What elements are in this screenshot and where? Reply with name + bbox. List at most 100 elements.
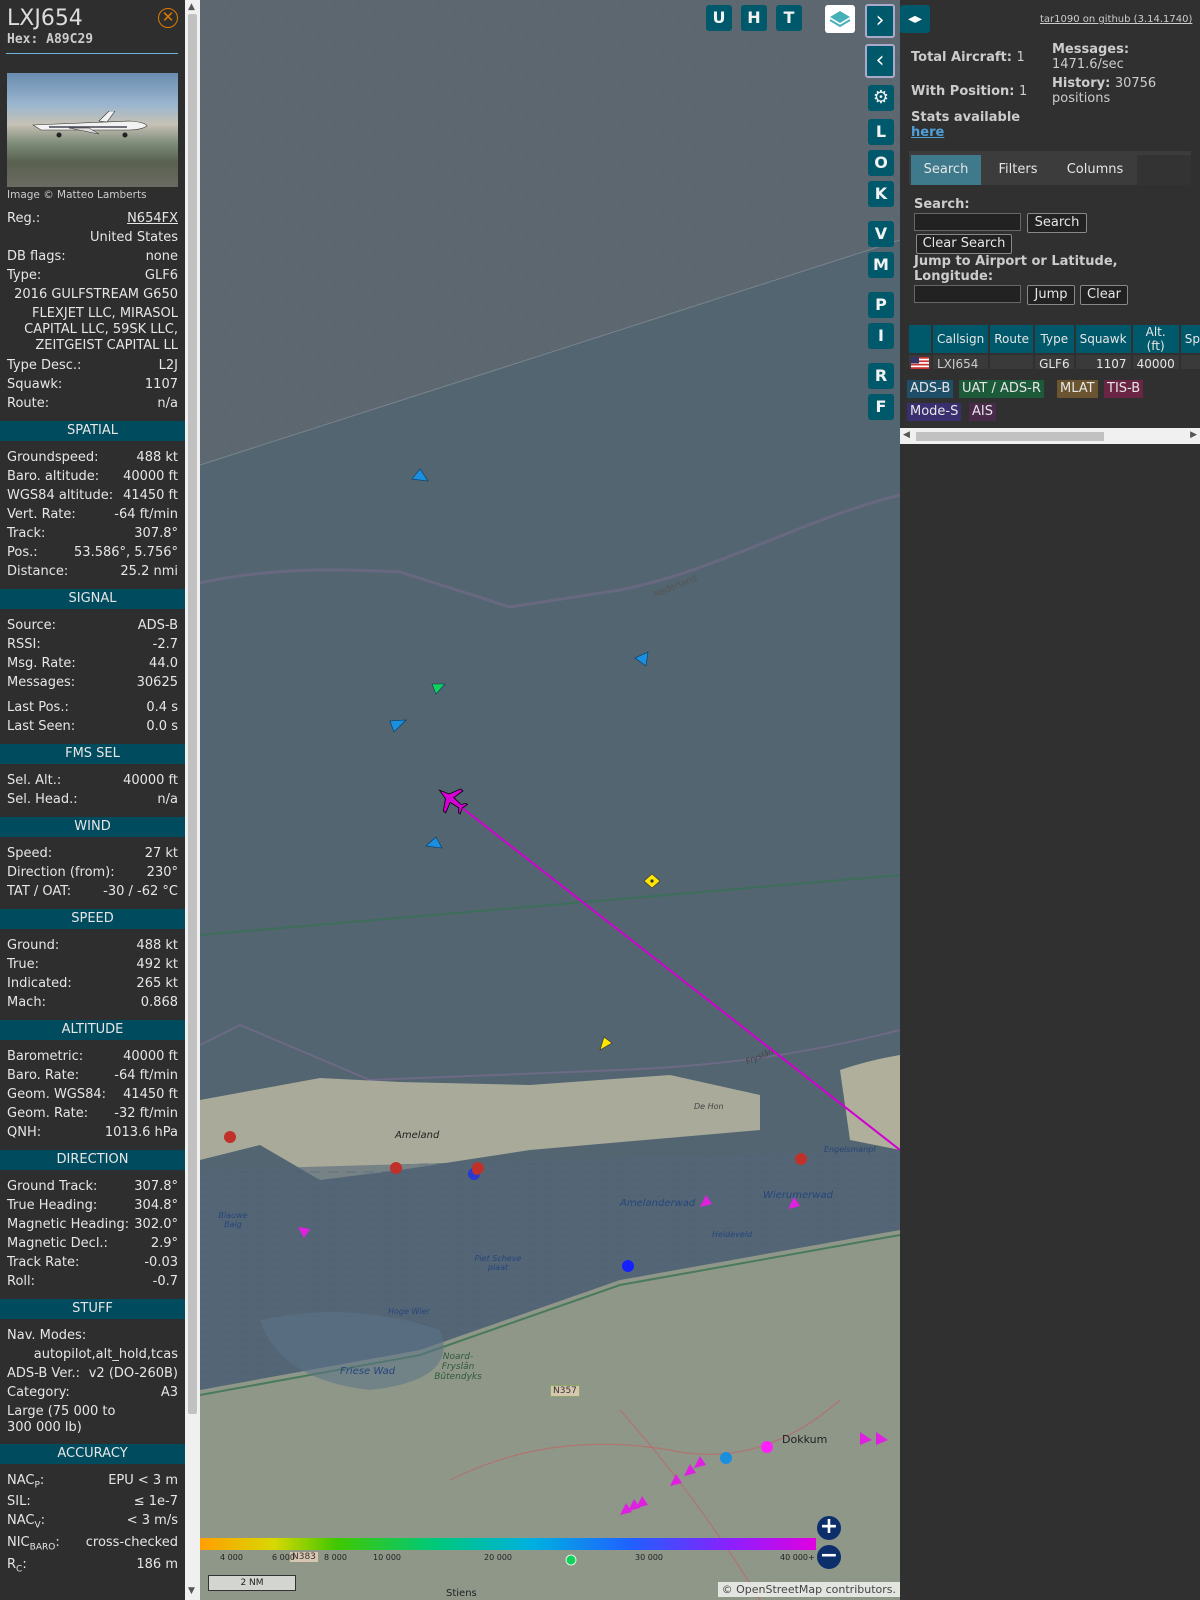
map-button-v[interactable]: V xyxy=(868,221,894,247)
label: Barometric: xyxy=(7,1049,84,1064)
sidebar-scrollbar[interactable]: ▲ ▼ xyxy=(185,0,200,1600)
owner-line1: FLEXJET LLC, MIRASOL xyxy=(32,306,178,321)
info-row: Baro. altitude: 40000 ft xyxy=(7,469,178,485)
border-line xyxy=(200,493,900,609)
info-row: Sel. Alt.: 40000 ft xyxy=(7,773,178,789)
expand-sidebar-button[interactable]: › xyxy=(865,4,895,38)
title-divider xyxy=(6,53,178,54)
map-button-t[interactable]: T xyxy=(776,5,802,31)
value: 186 m xyxy=(136,1557,178,1572)
stats-link[interactable]: here xyxy=(911,125,944,140)
cell-squawk: 1107 xyxy=(1075,355,1131,369)
info-row: Roll: -0.7 xyxy=(7,1274,178,1290)
github-link[interactable]: tar1090 on github (3.14.1740) xyxy=(1040,14,1192,25)
map-button-m[interactable]: M xyxy=(868,252,894,278)
map-button-u[interactable]: U xyxy=(706,5,732,31)
col-type[interactable]: Type xyxy=(1035,325,1074,353)
section-altitude: ALTITUDE xyxy=(0,1020,185,1040)
legend-mlat: MLAT xyxy=(1057,380,1098,398)
aircraft-table: Callsign Route Type Squawk Alt. (ft) Spd… xyxy=(907,323,1200,369)
scroll-thumb[interactable] xyxy=(916,432,1104,441)
type-label: Type: xyxy=(7,268,42,283)
legend-uat: UAT / ADS-R xyxy=(959,380,1044,398)
scroll-down-icon[interactable]: ▼ xyxy=(188,1586,195,1596)
info-row: NACV: < 3 m/s xyxy=(7,1513,178,1534)
col-route[interactable]: Route xyxy=(990,325,1034,353)
route-label: Route: xyxy=(7,396,50,411)
label: Sel. Head.: xyxy=(7,792,78,807)
tab-spacer xyxy=(1137,155,1191,185)
table-horizontal-scrollbar[interactable]: ◀ ▶ xyxy=(900,428,1200,444)
value: 44.0 xyxy=(149,656,178,671)
info-row: Ground: 488 kt xyxy=(7,938,178,954)
info-row: RSSI: -2.7 xyxy=(7,637,178,653)
owner-line2: CAPITAL LLC, 59SK LLC, xyxy=(24,322,178,337)
info-row: Source: ADS-B xyxy=(7,618,178,634)
toggle-panel-button[interactable]: ◂▸ xyxy=(900,5,930,33)
value: 307.8° xyxy=(134,526,178,541)
label: Mach: xyxy=(7,995,46,1010)
value: 40000 ft xyxy=(123,1049,178,1064)
map-label: Hoge Wier xyxy=(388,1307,430,1316)
jump-input[interactable] xyxy=(914,285,1021,303)
table-row[interactable]: LXJ654 GLF6 1107 40000 4 xyxy=(909,355,1200,369)
section-direction: DIRECTION xyxy=(0,1150,185,1170)
map-label: Heideveld xyxy=(712,1230,753,1239)
collapse-sidebar-button[interactable]: ‹ xyxy=(865,44,895,78)
map-button-o[interactable]: O xyxy=(868,150,894,176)
zoom-out-icon[interactable]: − xyxy=(817,1545,841,1569)
info-row: TAT / OAT: -30 / -62 °C xyxy=(7,884,178,900)
info-row: Speed: 27 kt xyxy=(7,846,178,862)
scroll-right-icon[interactable]: ▶ xyxy=(1190,430,1197,440)
map-button-i[interactable]: I xyxy=(868,323,894,349)
map-button-r[interactable]: R xyxy=(868,363,894,389)
tab-columns[interactable]: Columns xyxy=(1055,155,1135,185)
search-input[interactable] xyxy=(914,213,1021,231)
route-value: n/a xyxy=(157,396,178,411)
info-row: Direction (from): 230° xyxy=(7,865,178,881)
dbflags-value: none xyxy=(145,249,178,264)
map-button-l[interactable]: L xyxy=(868,119,894,145)
value: -64 ft/min xyxy=(114,507,178,522)
section-fms: FMS SEL xyxy=(0,744,185,764)
messages-value: 1471.6/sec xyxy=(1052,57,1124,72)
map-attribution[interactable]: © OpenStreetMap contributors. xyxy=(717,1582,900,1597)
value: -30 / -62 °C xyxy=(103,884,178,899)
value: 488 kt xyxy=(136,938,178,953)
map-button-h[interactable]: H xyxy=(741,5,767,31)
info-row: Nav. Modes: xyxy=(7,1328,178,1344)
layers-button[interactable] xyxy=(825,5,855,33)
cell-callsign[interactable]: LXJ654 xyxy=(933,355,989,369)
tab-search[interactable]: Search xyxy=(911,155,981,185)
scroll-thumb[interactable] xyxy=(188,14,197,1414)
scroll-left-icon[interactable]: ◀ xyxy=(903,430,910,440)
map-button-k[interactable]: K xyxy=(868,181,894,207)
zoom-in-icon[interactable]: + xyxy=(817,1516,841,1540)
label: Nav. Modes: xyxy=(7,1328,87,1343)
map-button-f[interactable]: F xyxy=(868,394,894,420)
settings-gear-icon[interactable]: ⚙ xyxy=(868,85,894,111)
value: -0.03 xyxy=(144,1255,178,1270)
section-wind: WIND xyxy=(0,817,185,837)
clear-button[interactable]: Clear xyxy=(1080,285,1128,305)
label: Vert. Rate: xyxy=(7,507,76,522)
typedesc-value: L2J xyxy=(158,358,178,373)
tab-filters[interactable]: Filters xyxy=(983,155,1053,185)
map-label: Amelanderwad xyxy=(620,1198,696,1209)
close-icon[interactable]: ✕ xyxy=(158,8,178,28)
clear-search-button[interactable]: Clear Search xyxy=(916,234,1012,254)
col-callsign[interactable]: Callsign xyxy=(933,325,989,353)
reg-link[interactable]: N654FX xyxy=(127,211,178,227)
map-label: Blauwe Balg xyxy=(218,1211,248,1229)
label: NACV: xyxy=(7,1513,46,1531)
map-view[interactable]: Nederland Ameland De Hon Fryslân Engelsm… xyxy=(200,0,900,1600)
search-button[interactable]: Search xyxy=(1027,213,1087,233)
map-button-p[interactable]: P xyxy=(868,292,894,318)
col-squawk[interactable]: Squawk xyxy=(1075,325,1131,353)
jump-button[interactable]: Jump xyxy=(1027,285,1075,305)
aircraft-photo[interactable] xyxy=(7,73,178,187)
label: Ground Track: xyxy=(7,1179,98,1194)
col-altitude[interactable]: Alt. (ft) xyxy=(1132,325,1179,353)
col-speed[interactable]: Spd. xyxy=(1180,325,1200,353)
scroll-up-icon[interactable]: ▲ xyxy=(188,2,195,12)
